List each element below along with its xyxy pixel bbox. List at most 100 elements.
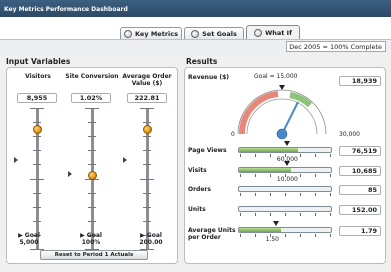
bar-tick [330,174,331,177]
gauge-needle [281,101,299,135]
slider-tick [88,164,96,165]
slider-tick [88,136,96,137]
slider-tick [33,207,41,208]
slider-tick [143,136,151,137]
slider-tick [33,122,41,123]
slider-tick [140,179,154,180]
bar-tick [330,234,331,237]
bar-fill [239,228,282,232]
bar-tick [270,213,271,216]
units-label: Units [188,206,206,213]
window-title-bar: Key Metrics Performance Dashboard [0,0,391,17]
slider-tick [33,150,41,151]
bar-tick [240,213,241,216]
bar-tick [255,193,256,196]
average-order-value-slider-handle[interactable] [143,125,152,134]
slider-tick [88,221,96,222]
tab-set-goals[interactable]: Set Goals [184,27,244,39]
bar-tick [330,213,331,216]
orders-value: 85 [339,185,381,195]
bar-tick [255,174,256,177]
bar-tick [270,154,271,157]
goal-value: 200.00 [139,239,163,246]
bar-tick [270,174,271,177]
bar-tick [285,213,286,216]
bar-tick [300,234,301,237]
gauge-min-label: 0 [231,131,235,138]
bar-tick [255,234,256,237]
visitors-goal: ▶ Goal 5,000 [12,232,46,246]
average-order-value-label: Average Order Value ($) [122,73,172,87]
slider-tick [143,122,151,123]
goal-marker-icon [68,171,72,177]
slider-tick [143,164,151,165]
site-conversion-label: Site Conversion [65,73,119,80]
bar-tick [285,193,286,196]
app-title: Key Metrics Performance Dashboard [4,6,128,13]
visits-value: 10,685 [339,166,381,176]
page-views-label: Page Views [188,147,227,154]
gauge-goal-marker [279,85,285,90]
bar-tick [315,154,316,157]
slider-tick [33,136,41,137]
tab-label: Key Metrics [135,29,178,38]
slider-tick [143,150,151,151]
help-icon [254,28,263,37]
bar-tick [240,193,241,196]
slider-tick [88,122,96,123]
average-units-per-order-label: Average Units per Order [188,227,236,241]
revenue-label: Revenue ($) [188,74,230,81]
page-views-bar [238,147,332,153]
bar-tick [270,193,271,196]
reset-button[interactable]: Reset to Period 1 Actuals [40,250,148,260]
slider-tick [88,193,96,194]
bar-tick [300,174,301,177]
bar-tick [240,234,241,237]
goal-label: ▶ Goal [18,232,40,239]
tab-what-if[interactable]: What If [246,25,300,39]
goal-marker-icon [123,157,127,163]
bar-tick [330,193,331,196]
goal-marker-icon [272,221,279,226]
visitors-slider-handle[interactable] [33,125,42,134]
average-units-per-order-bar [238,227,332,233]
slider-tick [140,108,154,109]
slider-tick [33,164,41,165]
help-icon [191,29,200,38]
site-conversion-goal: ▶ Goal 100% [74,232,108,246]
bar-tick [300,154,301,157]
goal-label: ▶ Goal [140,232,162,239]
units-bar [238,206,332,212]
average-units-per-order-goal-text: 1.50 [265,236,279,243]
slider-tick [85,108,99,109]
slider-tick [33,221,41,222]
average-units-per-order-value: 1.79 [339,226,381,236]
average-order-value-field[interactable]: 222.81 [127,93,167,103]
slider-tick [30,179,44,180]
visits-goal-text: 10,000 [276,176,298,183]
site-conversion-value-field[interactable]: 1.02% [71,93,111,103]
gauge-hub [276,128,288,140]
revenue-goal-text: Goal = 15,000 [254,73,298,80]
gauge-max-label: 30,000 [339,131,360,138]
visitors-value-field[interactable]: 8,955 [17,93,57,103]
bar-tick [255,154,256,157]
bar-tick [240,174,241,177]
site-conversion-slider-handle[interactable] [88,171,97,180]
slider-tick [88,150,96,151]
slider-tick [30,108,44,109]
page-views-value: 76,519 [339,146,381,156]
goal-marker-icon [283,141,290,146]
slider-tick [143,193,151,194]
bar-fill [239,168,291,172]
bar-tick [300,213,301,216]
slider-tick [143,221,151,222]
revenue-gauge [237,85,327,140]
orders-label: Orders [188,186,211,193]
bar-fill [239,148,298,152]
tab-key-metrics[interactable]: Key Metrics [120,27,182,39]
help-icon [124,29,132,38]
bar-tick [330,154,331,157]
results-title: Results [186,57,218,66]
slider-tick [143,207,151,208]
